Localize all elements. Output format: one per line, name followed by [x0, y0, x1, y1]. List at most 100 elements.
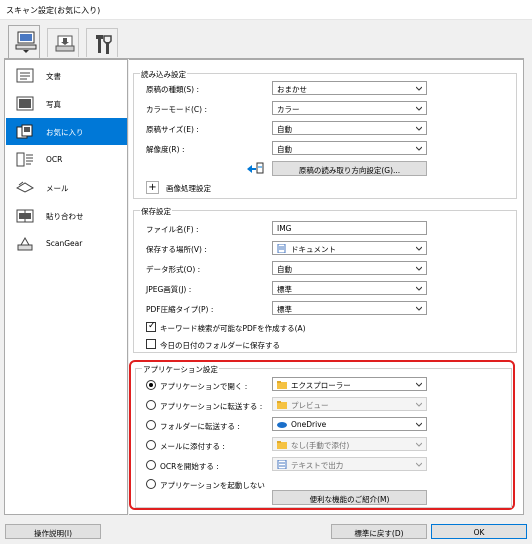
- file-name-value: IMG: [277, 224, 292, 233]
- save-location-value: ドキュメント: [291, 245, 336, 254]
- sidebar-item-mail[interactable]: メール: [6, 174, 127, 201]
- color-mode-select[interactable]: カラー: [272, 101, 427, 115]
- sidebar-item-scangear[interactable]: ScanGear: [6, 230, 127, 257]
- file-name-input[interactable]: IMG: [272, 221, 427, 235]
- save-settings-title: 保存設定: [140, 206, 172, 217]
- sidebar-item-photo[interactable]: 写真: [6, 90, 127, 117]
- jpeg-quality-value: 標準: [277, 285, 292, 294]
- paper-size-select[interactable]: 自動: [272, 121, 427, 135]
- attach-to-mail-select[interactable]: なし(手動で添付): [272, 437, 427, 451]
- file-name-label: ファイル名(F) :: [146, 225, 199, 234]
- attach-to-mail-label: メールに添付する :: [160, 442, 225, 451]
- scan-settings-window: スキャン設定(お気に入り) 文書 写真 お気に入り OCR メール 貼り合わせ …: [0, 0, 532, 544]
- tab-general-settings[interactable]: [86, 28, 118, 57]
- mail-icon: [16, 181, 34, 193]
- photo-icon: [16, 96, 34, 111]
- scangear-icon: [17, 236, 33, 251]
- chevron-down-icon: [416, 106, 422, 111]
- send-to-folder-value: OneDrive: [291, 420, 327, 429]
- chevron-down-icon: [416, 422, 422, 427]
- ok-button[interactable]: OK: [431, 524, 527, 539]
- scanner-panel-icon: [55, 35, 75, 52]
- start-ocr-radio[interactable]: [146, 460, 156, 470]
- orientation-icon: [247, 162, 264, 174]
- sidebar-item-label: 写真: [46, 100, 61, 109]
- jpeg-quality-label: JPEG画質(J) :: [146, 285, 192, 294]
- window-title: スキャン設定(お気に入り): [6, 6, 101, 15]
- save-location-select[interactable]: ドキュメント: [272, 241, 427, 255]
- open-with-app-radio[interactable]: [146, 380, 156, 390]
- data-format-select[interactable]: 自動: [272, 261, 427, 275]
- sidebar-item-label: お気に入り: [46, 128, 84, 137]
- paper-size-value: 自動: [277, 125, 292, 134]
- chevron-down-icon: [416, 382, 422, 387]
- send-to-app-label: アプリケーションに転送する :: [160, 402, 263, 411]
- pdf-compression-select[interactable]: 標準: [272, 301, 427, 315]
- start-ocr-label: OCRを開始する :: [160, 462, 219, 471]
- expand-image-processing-button[interactable]: +: [146, 181, 159, 194]
- chevron-down-icon: [416, 146, 422, 151]
- start-ocr-value: テキストで出力: [291, 461, 344, 470]
- sidebar-item-label: 文書: [46, 72, 61, 81]
- send-to-app-select[interactable]: プレビュー: [272, 397, 427, 411]
- help-button-label: 操作説明(I): [33, 529, 73, 538]
- read-settings-title: 読み込み設定: [140, 69, 187, 80]
- date-folder-checkbox[interactable]: [146, 339, 156, 349]
- color-mode-label: カラーモード(C) :: [146, 105, 207, 114]
- open-with-app-select[interactable]: エクスプローラー: [272, 377, 427, 391]
- color-mode-value: カラー: [277, 105, 300, 114]
- computer-scan-icon: [15, 31, 37, 53]
- favorites-icon: [16, 124, 33, 139]
- read-settings-group: 読み込み設定 原稿の種類(S) : おまかせ カラーモード(C) : カラー 原…: [133, 69, 517, 199]
- sidebar: 文書 写真 お気に入り OCR メール 貼り合わせ ScanGear: [4, 59, 128, 515]
- ok-button-label: OK: [473, 528, 485, 537]
- preview-app-icon: [277, 401, 287, 409]
- sidebar-item-label: OCR: [46, 155, 63, 164]
- chevron-down-icon: [416, 402, 422, 407]
- start-ocr-select[interactable]: テキストで出力: [272, 457, 427, 471]
- chevron-down-icon: [416, 266, 422, 271]
- document-type-label: 原稿の種類(S) :: [146, 85, 200, 94]
- sidebar-item-stitch[interactable]: 貼り合わせ: [6, 202, 127, 229]
- stitch-icon: [16, 209, 34, 223]
- jpeg-quality-select[interactable]: 標準: [272, 281, 427, 295]
- document-type-select[interactable]: おまかせ: [272, 81, 427, 95]
- title-bar: スキャン設定(お気に入り): [0, 0, 532, 20]
- searchable-pdf-checkbox[interactable]: [146, 321, 156, 332]
- top-tabs: [4, 25, 524, 60]
- save-settings-group: 保存設定 ファイル名(F) : IMG 保存する場所(V) : ドキュメント デ…: [133, 206, 517, 353]
- sidebar-item-favorites[interactable]: お気に入り: [6, 118, 127, 145]
- sidebar-item-document[interactable]: 文書: [6, 62, 127, 89]
- sidebar-item-label: ScanGear: [46, 239, 83, 248]
- attach-to-mail-radio[interactable]: [146, 440, 156, 450]
- tab-scan-from-computer[interactable]: [8, 25, 40, 58]
- paper-size-label: 原稿サイズ(E) :: [146, 125, 199, 134]
- sidebar-item-label: 貼り合わせ: [46, 212, 84, 221]
- ocr-icon: [16, 152, 33, 167]
- document-icon: [16, 68, 34, 83]
- resolution-select[interactable]: 自動: [272, 141, 427, 155]
- tab-scan-from-panel[interactable]: [47, 28, 79, 57]
- chevron-down-icon: [416, 462, 422, 467]
- settings-panel: 読み込み設定 原稿の種類(S) : おまかせ カラーモード(C) : カラー 原…: [129, 59, 524, 515]
- send-to-app-radio[interactable]: [146, 400, 156, 410]
- chevron-down-icon: [416, 306, 422, 311]
- chevron-down-icon: [416, 246, 422, 251]
- chevron-down-icon: [416, 286, 422, 291]
- pdf-compression-label: PDF圧縮タイプ(P) :: [146, 305, 214, 314]
- tools-icon: [96, 35, 112, 54]
- do-not-start-app-radio[interactable]: [146, 479, 156, 489]
- chevron-down-icon: [416, 126, 422, 131]
- restore-defaults-button[interactable]: 標準に戻す(D): [331, 524, 427, 539]
- pdf-compression-value: 標準: [277, 305, 292, 314]
- help-button[interactable]: 操作説明(I): [5, 524, 101, 539]
- send-to-folder-label: フォルダーに転送する :: [160, 422, 240, 431]
- send-to-folder-select[interactable]: OneDrive: [272, 417, 427, 431]
- orientation-settings-label: 原稿の読み取り方向設定(G)...: [298, 166, 401, 175]
- more-functions-button[interactable]: 便利な機能のご紹介(M): [272, 490, 427, 505]
- orientation-settings-button[interactable]: 原稿の読み取り方向設定(G)...: [272, 161, 427, 176]
- searchable-pdf-label: キーワード検索が可能なPDFを作成する(A): [160, 324, 306, 333]
- send-to-folder-radio[interactable]: [146, 420, 156, 430]
- sidebar-item-ocr[interactable]: OCR: [6, 146, 127, 173]
- resolution-value: 自動: [277, 145, 292, 154]
